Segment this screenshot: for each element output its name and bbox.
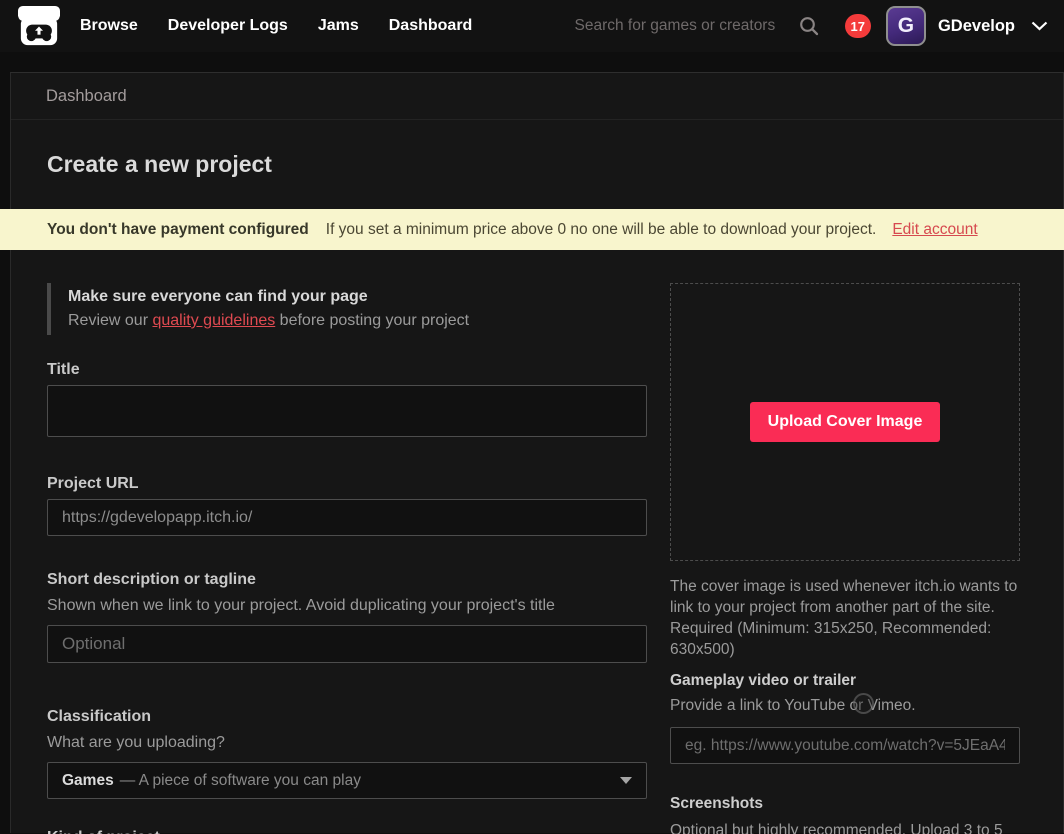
short-description-input[interactable] (47, 625, 647, 663)
search-icon[interactable] (799, 16, 819, 36)
nav-link-dashboard[interactable]: Dashboard (389, 17, 473, 35)
classification-selected-value: Games (62, 772, 114, 790)
top-navbar: Browse Developer Logs Jams Dashboard 17 … (0, 0, 1064, 52)
short-description-help: Shown when we link to your project. Avoi… (47, 595, 647, 616)
nav-link-browse[interactable]: Browse (80, 17, 138, 35)
nav-link-jams[interactable]: Jams (318, 17, 359, 35)
page-container: Dashboard Create a new project You don't… (10, 72, 1064, 833)
search-input[interactable] (575, 17, 783, 35)
classification-selected-desc: — A piece of software you can play (120, 772, 620, 790)
classification-help: What are you uploading? (47, 732, 647, 753)
loading-spinner-icon (853, 693, 874, 714)
title-label: Title (47, 360, 647, 380)
form-left-column: Make sure everyone can find your page Re… (47, 283, 647, 834)
notice-pre: Review our (68, 312, 152, 329)
gameplay-video-input[interactable] (670, 727, 1020, 764)
quality-guidelines-link[interactable]: quality guidelines (152, 312, 275, 329)
gameplay-video-help-text: Provide a link to YouTube or Vimeo. (670, 697, 916, 714)
payment-warning-banner: You don't have payment configured If you… (0, 209, 1064, 250)
classification-label: Classification (47, 707, 647, 727)
project-url-label: Project URL (47, 474, 647, 494)
cover-image-help: The cover image is used whenever itch.io… (670, 576, 1020, 660)
screenshots-help: Optional but highly recommended. Upload … (670, 820, 1020, 834)
notice-line: Review our quality guidelines before pos… (68, 309, 647, 333)
breadcrumb[interactable]: Dashboard (11, 73, 1063, 120)
nav-links: Browse Developer Logs Jams Dashboard (80, 17, 472, 35)
gameplay-video-help: Provide a link to YouTube or Vimeo. (670, 697, 1020, 714)
page-title: Create a new project (11, 120, 1063, 209)
cover-image-dropzone[interactable]: Upload Cover Image (670, 283, 1020, 561)
short-description-label: Short description or tagline (47, 570, 647, 590)
itchio-logo[interactable] (16, 5, 62, 47)
title-input[interactable] (47, 385, 647, 437)
edit-account-link[interactable]: Edit account (892, 221, 977, 239)
form-content: Make sure everyone can find your page Re… (11, 250, 1063, 834)
notice-post: before posting your project (275, 312, 469, 329)
classification-select[interactable]: Games — A piece of software you can play (47, 762, 647, 799)
gameplay-video-label: Gameplay video or trailer (670, 672, 1020, 690)
kind-of-project-label: Kind of project (47, 829, 647, 834)
upload-cover-image-button[interactable]: Upload Cover Image (750, 402, 941, 442)
notice-title: Make sure everyone can find your page (68, 285, 647, 309)
username[interactable]: GDevelop (938, 17, 1015, 36)
search-box (575, 16, 819, 36)
screenshots-label: Screenshots (670, 795, 1020, 813)
chevron-down-icon[interactable] (1031, 21, 1048, 31)
banner-text: If you set a minimum price above 0 no on… (326, 221, 877, 239)
avatar[interactable]: G (886, 6, 926, 46)
banner-bold-text: You don't have payment configured (47, 221, 309, 239)
quality-notice: Make sure everyone can find your page Re… (47, 283, 647, 335)
form-right-column: Upload Cover Image The cover image is us… (670, 283, 1020, 834)
select-dropdown-icon (620, 777, 632, 784)
nav-link-developer-logs[interactable]: Developer Logs (168, 17, 288, 35)
notification-badge[interactable]: 17 (845, 14, 871, 38)
project-url-input[interactable] (47, 499, 647, 536)
